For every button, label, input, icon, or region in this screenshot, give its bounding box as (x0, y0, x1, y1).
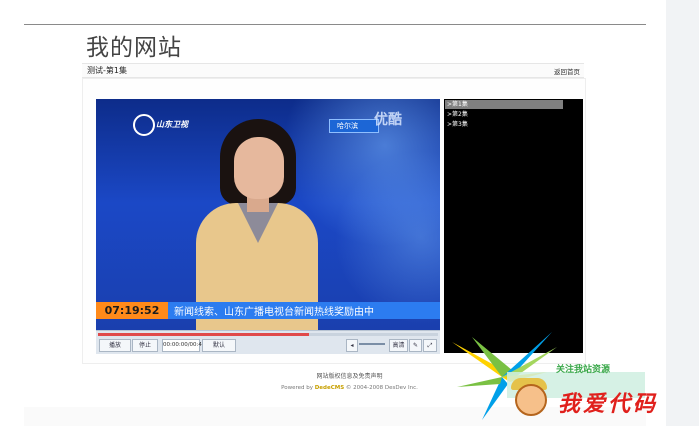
quality-select[interactable]: 默认 (202, 339, 236, 352)
cartoon-face-icon (515, 384, 547, 416)
playlist-item-label: 第3集 (452, 121, 468, 128)
powered-by-text: Powered by (281, 385, 313, 391)
window-edge-strip (666, 0, 699, 426)
ticker-text: 新闻线索、山东广播电视台新闻热线奖励由中 (174, 307, 374, 318)
ticker-clock: 07:19:52 (96, 302, 168, 319)
player-controls: 播放 停止 00:00:00/00:42 默认 ◂ 高清 ✎ ⤢ (96, 330, 440, 354)
playlist-item-label: 第2集 (452, 111, 468, 118)
episode-playlist: >第1集 >第2集 >第3集 (444, 99, 583, 353)
breadcrumb: 测试-第1集 (87, 66, 127, 75)
youku-watermark: 优酷 (374, 112, 402, 128)
channel-logo-text: 山东卫视 (156, 120, 188, 129)
footer-copyright: © 2004-2008 DesDev Inc. (345, 385, 418, 391)
hd-button[interactable]: 高清 (389, 339, 408, 352)
watermark-small-text: 关注我站资源 (556, 365, 611, 375)
settings-icon[interactable]: ✎ (409, 339, 422, 352)
video-frame[interactable]: 山东卫视 哈尔滨 优酷 07:19:52 新闻线索、山东广播电视台新闻热线奖励由… (96, 99, 440, 330)
playlist-item-1[interactable]: >第1集 (445, 100, 563, 109)
breadcrumb-bar: 测试-第1集 返回首页 (82, 63, 584, 78)
volume-slider[interactable] (359, 343, 385, 345)
fullscreen-icon[interactable]: ⤢ (423, 339, 437, 352)
progress-fill (98, 333, 309, 336)
watermark-logo-text: 我爱代码 (558, 392, 659, 417)
play-button[interactable]: 播放 (99, 339, 131, 352)
stop-button[interactable]: 停止 (132, 339, 158, 352)
playlist-item-3[interactable]: >第3集 (445, 120, 563, 129)
playlist-item-label: 第1集 (452, 101, 468, 108)
volume-icon[interactable]: ◂ (346, 339, 358, 352)
dedecms-brand[interactable]: DedeCMS (315, 385, 344, 391)
site-title: 我的网站 (86, 35, 182, 61)
location-tag-text: 哈尔滨 (337, 122, 358, 130)
channel-logo-icon (133, 114, 155, 136)
top-divider (24, 24, 646, 25)
location-tag: 哈尔滨 (329, 119, 379, 133)
news-ticker: 07:19:52 新闻线索、山东广播电视台新闻热线奖励由中 (96, 302, 440, 319)
progress-bar[interactable] (98, 333, 438, 336)
home-link[interactable]: 返回首页 (554, 66, 580, 76)
video-player[interactable]: 山东卫视 哈尔滨 优酷 07:19:52 新闻线索、山东广播电视台新闻热线奖励由… (96, 99, 440, 354)
news-anchor-face (234, 137, 284, 199)
time-display: 00:00:00/00:42 (162, 339, 205, 352)
playlist-item-2[interactable]: >第2集 (445, 110, 563, 119)
